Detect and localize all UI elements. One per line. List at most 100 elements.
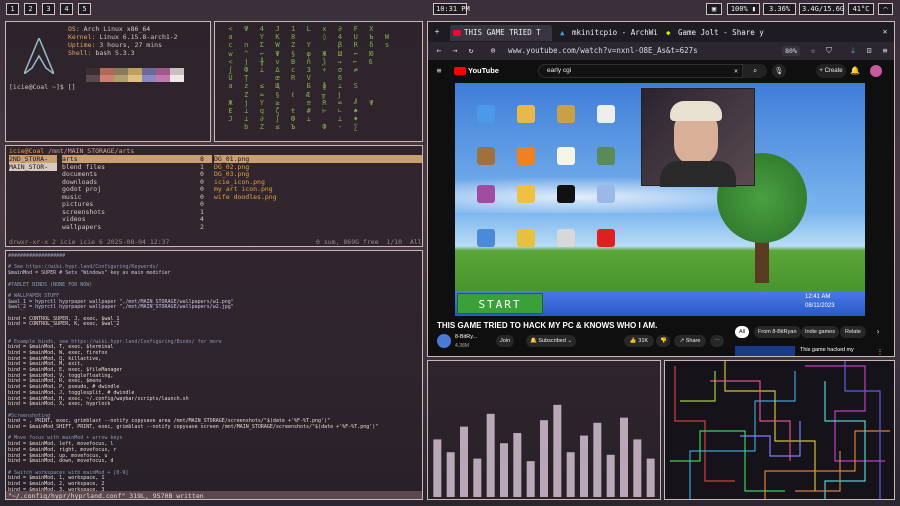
sidebar-item-main-storage[interactable]: MAIN_STOR-: [9, 163, 57, 171]
menu-icon[interactable]: ≡: [880, 46, 890, 56]
visualizer-bar: [446, 452, 455, 497]
forward-icon[interactable]: →: [450, 46, 460, 56]
tab-gamejolt[interactable]: ◆ Game Jolt - Share your: [664, 25, 764, 41]
battery-indicator[interactable]: 100% ▮: [727, 3, 760, 15]
fm-status-right: 0 sum, 869G free 1/10 All: [316, 238, 422, 246]
clear-search-icon[interactable]: ✕: [731, 66, 741, 76]
visualizer-bar: [540, 420, 548, 497]
neofetch-terminal[interactable]: OS: Arch Linux x86_64 Kernel: Linux 6.15…: [5, 21, 211, 142]
battery-value: 100%: [730, 5, 748, 13]
avatar[interactable]: [870, 65, 882, 77]
battery-icon: ▮: [751, 5, 757, 13]
workspace-2-button[interactable]: 2: [24, 3, 37, 15]
visualizer-bar: [646, 458, 655, 497]
site-info-icon[interactable]: ⊜: [488, 46, 498, 56]
arch-logo-icon: [24, 38, 54, 74]
temperature-indicator[interactable]: 41°C: [848, 3, 874, 15]
channel-name[interactable]: 8-BitRy...: [455, 334, 477, 340]
search-button[interactable]: ⌕: [743, 64, 767, 78]
chip-related[interactable]: Relate: [840, 326, 866, 338]
video-clock: 12:41 AM: [805, 294, 831, 300]
workspace-4-button[interactable]: 4: [60, 3, 73, 15]
tab-youtube[interactable]: THIS GAME TRIED T: [450, 25, 552, 41]
directory-row[interactable]: wallpapers 2: [62, 223, 212, 231]
dislike-button[interactable]: 👎: [656, 335, 670, 347]
chevron-right-icon[interactable]: ›: [874, 327, 882, 337]
desktop-icon-rocket[interactable]: [517, 105, 535, 123]
chip-indie-games[interactable]: Indie games: [801, 326, 839, 338]
youtube-logo-icon[interactable]: [454, 67, 466, 75]
more-actions-button[interactable]: ⋯: [710, 335, 724, 347]
download-icon[interactable]: ⤓: [848, 46, 858, 56]
shield-icon[interactable]: ⛉: [824, 46, 834, 56]
notifications-icon[interactable]: 🔔: [850, 66, 860, 76]
shell-prompt[interactable]: [icie@Coal ~]$ []: [9, 83, 76, 91]
drive-icon[interactable]: ▣: [706, 3, 722, 15]
sidebar-item-2nd-storage[interactable]: 2ND_STORA-: [9, 155, 57, 163]
workspace-3-button[interactable]: 3: [42, 3, 55, 15]
desktop-icon-photos[interactable]: [477, 229, 495, 247]
side-video-thumbnail[interactable]: [735, 346, 795, 356]
matrix-terminal[interactable]: < Ψ 4 J 1 L x ∂ F X a Y K 8 ◊ 4 U Ь W c …: [214, 21, 423, 142]
bookmark-icon[interactable]: ☆: [808, 46, 818, 56]
desktop-icon-help[interactable]: [517, 229, 535, 247]
subscribed-button[interactable]: 🔔 Subscribed ⌄: [526, 335, 576, 347]
visualizer-bar: [566, 452, 575, 497]
browser-window[interactable]: + THIS GAME TRIED T ▲ mkinitcpio - ArchW…: [427, 21, 895, 357]
facecam: [641, 88, 755, 187]
start-button[interactable]: START: [457, 293, 543, 314]
workspace-1-button[interactable]: 1: [6, 3, 19, 15]
desktop-icon-phone[interactable]: [597, 185, 615, 203]
fm-path: icie@Coal /mnt/MAIN_STORAGE/arts: [9, 147, 135, 155]
desktop-icon-computer[interactable]: [477, 105, 495, 123]
hamburger-icon[interactable]: ≡: [434, 66, 444, 76]
chip-from-channel[interactable]: From 8-BitRyan: [754, 326, 801, 338]
desktop-icon-folder[interactable]: [517, 185, 535, 203]
clock[interactable]: 10:31 PM: [433, 3, 470, 15]
desktop-icon-ghost[interactable]: [557, 185, 575, 203]
search-input[interactable]: early cgi: [538, 64, 743, 78]
file-row[interactable]: wife doodles.png: [214, 193, 422, 201]
shell-line: Shell: bash 5.3.3: [68, 49, 135, 57]
zoom-indicator[interactable]: 80%: [782, 46, 800, 56]
workspace-5-button[interactable]: 5: [78, 3, 91, 15]
text-editor[interactable]: ################### # See https://wiki.hy…: [5, 250, 423, 500]
channel-avatar[interactable]: [437, 334, 451, 348]
file-manager[interactable]: icie@Coal /mnt/MAIN_STORAGE/arts 2ND_STO…: [5, 145, 423, 247]
join-button[interactable]: Join: [496, 335, 515, 347]
reload-icon[interactable]: ↻: [466, 46, 476, 56]
desktop-icon-balloons[interactable]: [477, 185, 495, 203]
share-button[interactable]: ↗ Share: [674, 335, 706, 347]
desktop-icon-camera[interactable]: [557, 229, 575, 247]
close-window-icon[interactable]: ✕: [880, 27, 890, 37]
visualizer-bar: [593, 422, 602, 497]
memory-indicator[interactable]: 3.4G/15.6G: [799, 3, 844, 15]
voice-search-button[interactable]: 🎙: [772, 64, 786, 78]
tab-archwiki[interactable]: ▲ mkinitcpio - ArchWiki: [558, 25, 658, 41]
extensions-icon[interactable]: ⊡: [864, 46, 874, 56]
chip-all[interactable]: All: [735, 326, 750, 338]
like-button[interactable]: 👍 31K: [624, 335, 654, 347]
microphone-icon: 🎙: [774, 67, 784, 75]
desktop-icon-music[interactable]: [597, 105, 615, 123]
video-player[interactable]: START 12:41 AM 08/11/2023: [455, 83, 865, 316]
back-icon[interactable]: ←: [434, 46, 444, 56]
side-video-menu-icon[interactable]: ⋮: [876, 347, 884, 356]
arch-favicon-icon: ▲: [560, 28, 565, 37]
new-tab-icon[interactable]: +: [432, 27, 442, 37]
side-video-title[interactable]: This game hacked my: [800, 347, 854, 353]
temperature-value: 41°C: [852, 5, 870, 13]
url-input[interactable]: www.youtube.com/watch?v=nxnl-O8E_As&t=62…: [508, 45, 808, 57]
cpu-indicator[interactable]: 3.36%: [763, 3, 796, 15]
desktop-icon-box[interactable]: [517, 147, 535, 165]
desktop-icon-tank[interactable]: [597, 147, 615, 165]
pipes-terminal: [664, 360, 895, 500]
desktop-icon-cards[interactable]: [597, 229, 615, 247]
create-button[interactable]: + Create: [816, 64, 846, 78]
desktop-icon-game[interactable]: [557, 105, 575, 123]
desktop-icon-document[interactable]: [557, 147, 575, 165]
desktop-icon-sword[interactable]: [477, 147, 495, 165]
wifi-icon[interactable]: ◠: [878, 3, 893, 15]
editor-line: bind = CONTROL_SUPER, K, exec, $wal_2: [8, 321, 120, 328]
visualizer-bar: [526, 461, 535, 497]
